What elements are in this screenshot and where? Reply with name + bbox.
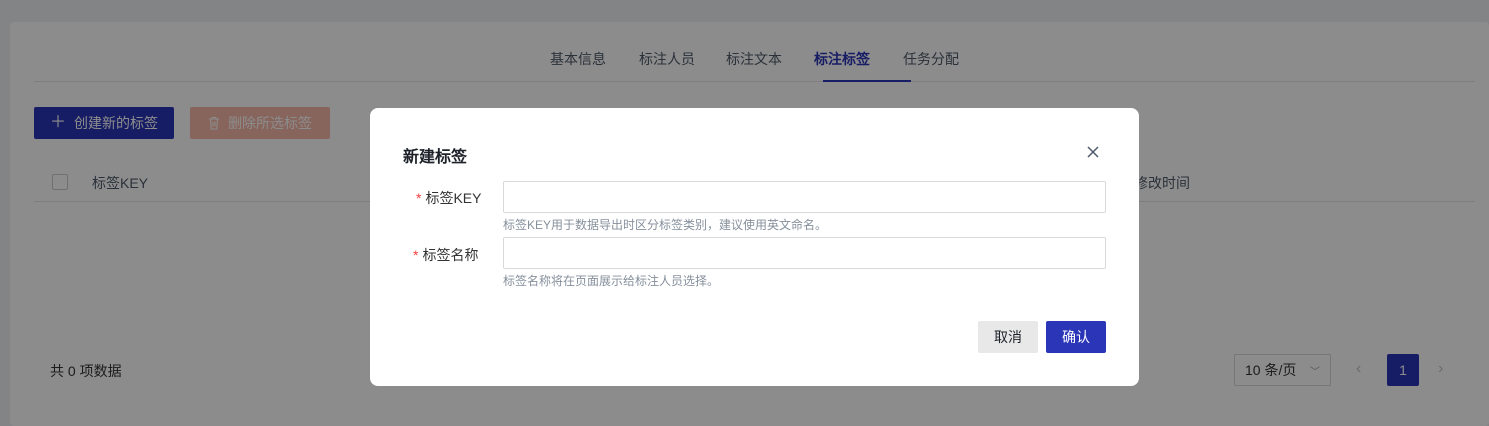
confirm-button[interactable]: 确认 xyxy=(1046,321,1106,353)
cancel-button[interactable]: 取消 xyxy=(978,321,1038,353)
new-label-dialog: 新建标签 * 标签KEY 标签KEY用于数据导出时区分标签类别，建议使用英文命名。… xyxy=(370,108,1139,386)
label-name-text: 标签名称 xyxy=(422,247,479,263)
label-name-hint: 标签名称将在页面展示给标注人员选择。 xyxy=(503,274,720,288)
label-key-label: * 标签KEY xyxy=(416,188,481,208)
dialog-title: 新建标签 xyxy=(403,149,468,166)
label-key-text: 标签KEY xyxy=(425,190,482,206)
label-name-input[interactable] xyxy=(503,237,1106,269)
required-mark: * xyxy=(413,247,419,263)
label-key-input[interactable] xyxy=(503,181,1106,213)
required-mark: * xyxy=(416,190,422,206)
label-key-hint: 标签KEY用于数据导出时区分标签类别，建议使用英文命名。 xyxy=(503,218,828,232)
label-name-label: * 标签名称 xyxy=(413,245,478,265)
close-icon[interactable] xyxy=(1083,142,1103,162)
